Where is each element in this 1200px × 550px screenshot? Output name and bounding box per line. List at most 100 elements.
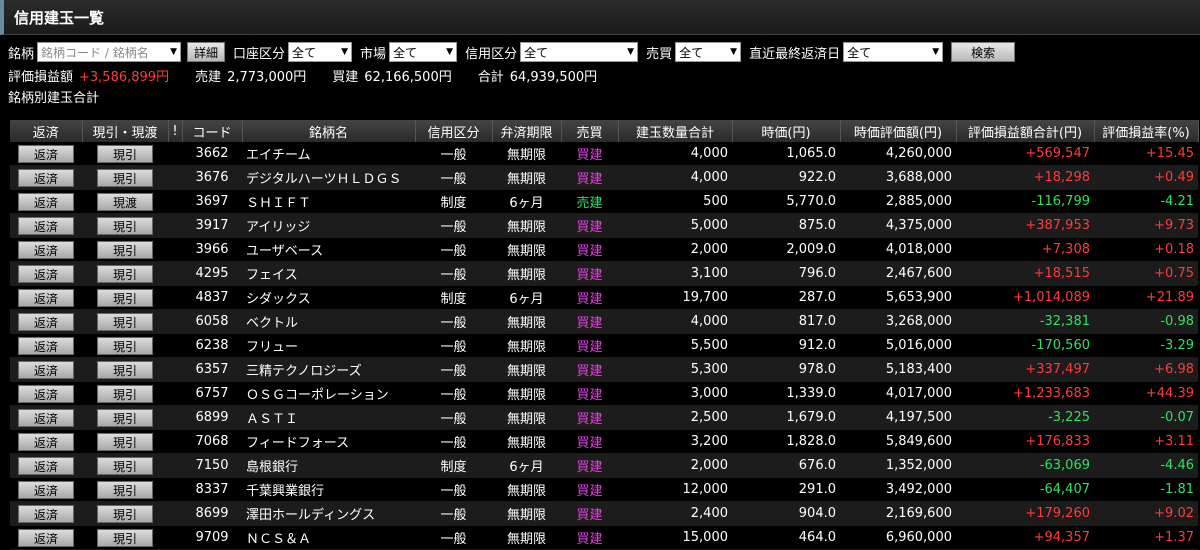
delivery-button[interactable]: 現引 [97,144,153,163]
flag-cell [168,381,182,406]
repay-button[interactable]: 返済 [18,264,74,283]
name-cell[interactable]: ＡＳＴＩ [242,405,415,430]
repay-button[interactable]: 返済 [18,384,74,403]
repay-cell: 返済 [10,357,82,382]
repay-button[interactable]: 返済 [18,288,74,307]
search-button[interactable]: 検索 [951,42,1016,62]
rate-cell: +1.37 [1094,525,1198,550]
name-cell[interactable]: 島根銀行 [242,453,415,478]
repay-button[interactable]: 返済 [18,408,74,427]
delivery-button[interactable]: 現引 [97,528,153,547]
delivery-button[interactable]: 現引 [97,456,153,475]
delivery-button[interactable]: 現引 [97,336,153,355]
repay-button[interactable]: 返済 [18,192,74,211]
delivery-button[interactable]: 現引 [97,168,153,187]
side-cell: 買建 [561,237,618,262]
value-cell: 4,018,000 [840,237,956,262]
repay-button[interactable]: 返済 [18,360,74,379]
name-cell[interactable]: フリュー [242,333,415,358]
pl-cell: +1,014,089 [956,285,1094,310]
col-header[interactable]: ! [168,120,183,142]
name-cell[interactable]: フェイス [242,261,415,286]
market-select[interactable]: 全て ▼ [389,42,458,62]
credit-cell: 制度 [415,285,492,310]
col-header[interactable]: 時価評価額(円) [840,120,957,142]
delivery-button[interactable]: 現渡 [97,192,153,211]
delivery-button[interactable]: 現引 [97,432,153,451]
name-cell[interactable]: シダックス [242,285,415,310]
repay-button[interactable]: 返済 [18,240,74,259]
qty-cell: 2,000 [618,453,732,478]
col-header[interactable]: 建玉数量合計 [618,120,733,142]
qty-cell: 15,000 [618,525,732,550]
pl-cell: -32,381 [956,309,1094,334]
repay-button[interactable]: 返済 [18,456,74,475]
name-cell[interactable]: ＳＨＩＦＴ [242,189,415,214]
name-cell[interactable]: ＮＣＳ＆Ａ [242,525,415,550]
repay-button[interactable]: 返済 [18,144,74,163]
delivery-button[interactable]: 現引 [97,360,153,379]
due-cell: 6ヶ月 [492,453,561,478]
delivery-button[interactable]: 現引 [97,216,153,235]
value-cell: 4,375,000 [840,213,956,238]
value-cell: 6,960,000 [840,525,956,550]
col-header[interactable]: 現引・現渡 [82,120,169,142]
col-header[interactable]: 評価損益率(%) [1094,120,1199,142]
col-header[interactable]: 売買 [561,120,619,142]
col-header[interactable]: 時価(円) [732,120,841,142]
col-header[interactable]: 銘柄名 [242,120,416,142]
name-cell[interactable]: フィードフォース [242,429,415,454]
side-cell: 買建 [561,453,618,478]
col-header[interactable]: コード [182,120,243,142]
delivery-button[interactable]: 現引 [97,288,153,307]
trade-label: 売買 [646,46,673,62]
account-select[interactable]: 全て ▼ [288,42,353,62]
name-cell[interactable]: エイチーム [242,142,415,166]
due-cell: 無期限 [492,309,561,334]
name-cell[interactable]: 千葉興業銀行 [242,477,415,502]
trade-select[interactable]: 全て ▼ [675,42,742,62]
delivery-button[interactable]: 現引 [97,240,153,259]
trade-value: 全て [679,45,704,60]
rate-cell: +0.49 [1094,165,1198,190]
price-cell: 1,828.0 [732,429,840,454]
repay-button[interactable]: 返済 [18,432,74,451]
name-cell[interactable]: ＯＳＧコーポレーション [242,381,415,406]
name-cell[interactable]: アイリッジ [242,213,415,238]
due-select[interactable]: 全て ▼ [843,42,944,62]
delivery-button[interactable]: 現引 [97,264,153,283]
repay-button[interactable]: 返済 [18,216,74,235]
qty-cell: 3,000 [618,381,732,406]
due-cell: 無期限 [492,525,561,550]
repay-button[interactable]: 返済 [18,480,74,499]
flag-cell [168,477,182,502]
detail-button[interactable]: 詳細 [187,42,226,62]
repay-button[interactable]: 返済 [18,336,74,355]
repay-button[interactable]: 返済 [18,528,74,547]
delivery-button[interactable]: 現引 [97,312,153,331]
code-cell: 3697 [182,189,242,214]
col-header[interactable]: 信用区分 [415,120,493,142]
delivery-button[interactable]: 現引 [97,384,153,403]
meigara-input[interactable]: 銘柄コード / 銘柄名 ▼ [37,42,182,62]
due-cell: 無期限 [492,142,561,166]
col-header[interactable]: 弁済期限 [492,120,562,142]
repay-button[interactable]: 返済 [18,504,74,523]
repay-button[interactable]: 返済 [18,312,74,331]
name-cell[interactable]: デジタルハーツＨＬＤＧＳ [242,165,415,190]
pl-cell: +179,260 [956,501,1094,526]
delivery-button[interactable]: 現引 [97,504,153,523]
repay-button[interactable]: 返済 [18,168,74,187]
name-cell[interactable]: 澤田ホールディングス [242,501,415,526]
action-cell: 現引 [82,333,168,358]
name-cell[interactable]: 三精テクノロジーズ [242,357,415,382]
delivery-button[interactable]: 現引 [97,408,153,427]
credit-cell: 一般 [415,357,492,382]
delivery-button[interactable]: 現引 [97,480,153,499]
credit-select[interactable]: 全て ▼ [520,42,639,62]
name-cell[interactable]: ユーザベース [242,237,415,262]
col-header[interactable]: 返済 [10,120,83,142]
side-cell: 買建 [561,525,618,550]
col-header[interactable]: 評価損益額合計(円) [956,120,1095,142]
name-cell[interactable]: ベクトル [242,309,415,334]
